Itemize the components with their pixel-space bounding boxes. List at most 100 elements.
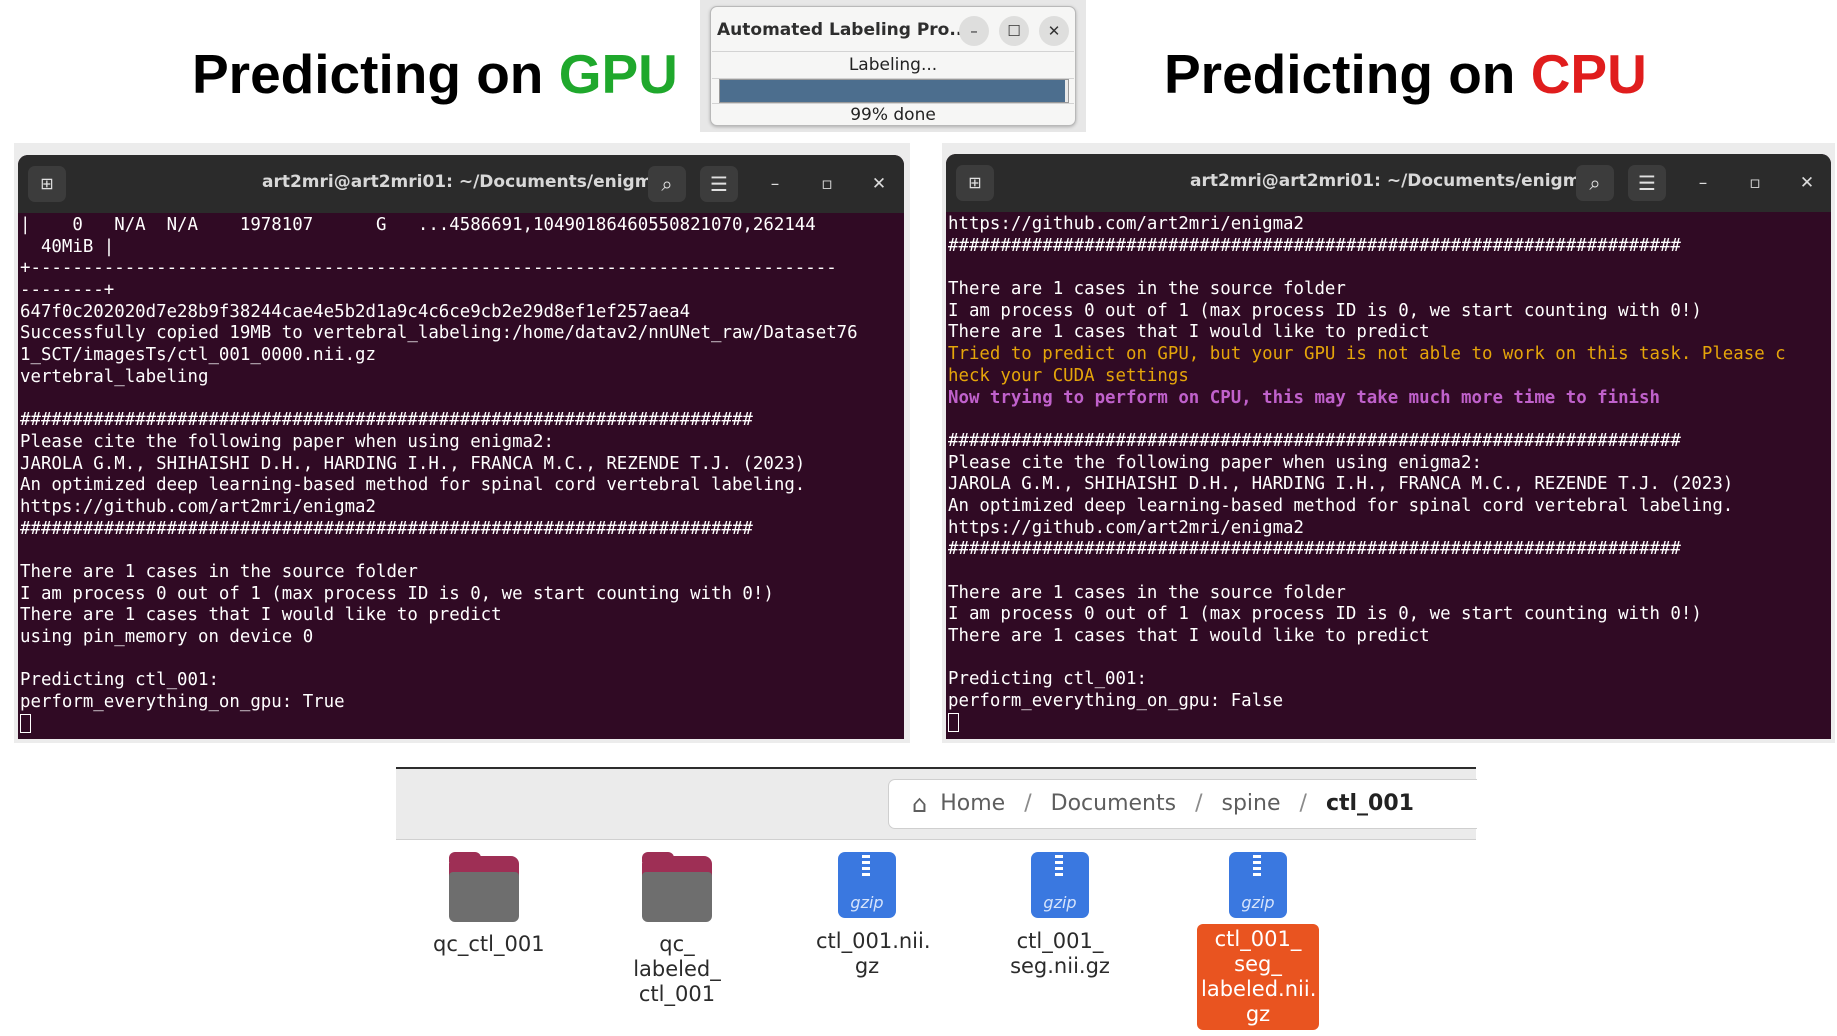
terminal-line: https://github.com/art2mri/enigma2 xyxy=(948,214,1304,234)
heading-gpu-highlight: GPU xyxy=(558,43,678,105)
maximize-button[interactable]: ▫ xyxy=(1742,170,1768,196)
terminal-line: vertebral_labeling xyxy=(20,366,209,387)
progress-dialog: Automated Labeling Pro... – ☐ ✕ Labeling… xyxy=(710,6,1076,126)
breadcrumb-documents[interactable]: Documents xyxy=(1051,791,1176,816)
terminal-line: 40MiB | xyxy=(20,236,115,257)
terminal-line: There are 1 cases that I would like to p… xyxy=(948,322,1430,343)
terminal-line: Predicting ctl_001: xyxy=(948,669,1147,690)
file-item-ctl-001-nii-gz[interactable]: gzip ctl_001.nii. gz xyxy=(812,852,931,982)
terminal-line: +---------------------------------------… xyxy=(20,258,837,279)
terminal-line: There are 1 cases that I would like to p… xyxy=(948,626,1430,647)
breadcrumb-spine[interactable]: spine xyxy=(1221,791,1280,816)
terminal-line: | 0 N/A N/A 1978107 G ...4586691,1049018… xyxy=(20,215,816,235)
home-icon[interactable]: ⌂ xyxy=(912,790,927,818)
terminal-cpu-window[interactable]: ⊞ art2mri@art2mri01: ~/Documents/enigma2… xyxy=(946,154,1831,739)
minimize-icon: – xyxy=(770,174,780,194)
maximize-icon: ▫ xyxy=(821,174,833,194)
terminal-line: JAROLA G.M., SHIHAISHI D.H., HARDING I.H… xyxy=(948,474,1734,495)
heading-cpu-highlight: CPU xyxy=(1530,43,1647,105)
dialog-title: Automated Labeling Pro... xyxy=(717,20,969,40)
new-tab-icon: ⊞ xyxy=(40,174,54,193)
terminal-line: An optimized deep learning-based method … xyxy=(948,495,1734,516)
folder-icon xyxy=(642,852,712,922)
terminal-line: JAROLA G.M., SHIHAISHI D.H., HARDING I.H… xyxy=(20,453,806,474)
cursor-icon xyxy=(948,712,959,732)
minimize-button[interactable]: – xyxy=(1690,170,1716,196)
maximize-button[interactable]: ▫ xyxy=(814,171,840,197)
terminal-line: using pin_memory on device 0 xyxy=(20,627,314,648)
search-button[interactable]: ⌕ xyxy=(648,166,686,202)
breadcrumb-home[interactable]: Home xyxy=(940,791,1005,816)
terminal-line: I am process 0 out of 1 (max process ID … xyxy=(948,300,1702,321)
breadcrumb-ctl-001[interactable]: ctl_001 xyxy=(1326,791,1414,816)
terminal-line: heck your CUDA settings xyxy=(948,365,1189,386)
terminal-line: ########################################… xyxy=(20,518,753,539)
close-button[interactable]: ✕ xyxy=(1794,170,1820,196)
close-icon: ✕ xyxy=(1047,22,1061,40)
heading-gpu: Predicting on GPU xyxy=(192,43,678,105)
terminal-line: Now trying to perform on CPU, this may t… xyxy=(948,387,1660,408)
maximize-button[interactable]: ☐ xyxy=(999,16,1029,46)
terminal-gpu-output: | 0 N/A N/A 1978107 G ...4586691,1049018… xyxy=(20,215,900,739)
terminal-cpu-title: art2mri@art2mri01: ~/Documents/enigma2 xyxy=(1190,171,1604,191)
progress-dialog-backdrop: Automated Labeling Pro... – ☐ ✕ Labeling… xyxy=(700,0,1086,132)
file-item-ctl-001-seg-labeled-nii-gz[interactable]: gzip ctl_001_ seg_ labeled.nii. gz xyxy=(1193,852,1323,1030)
breadcrumb-separator: / xyxy=(1024,791,1032,816)
terminal-line: I am process 0 out of 1 (max process ID … xyxy=(948,604,1702,625)
file-item-qc-labeled-ctl-001[interactable]: qc_ labeled_ ctl_001 xyxy=(622,852,732,1010)
terminal-line: https://github.com/art2mri/enigma2 xyxy=(948,517,1304,538)
search-icon: ⌕ xyxy=(661,172,673,196)
terminal-line: Tried to predict on GPU, but your GPU is… xyxy=(948,344,1786,365)
terminal-gpu-frame: ⊞ art2mri@art2mri01: ~/Documents/enigma2… xyxy=(14,143,910,743)
terminal-line: There are 1 cases that I would like to p… xyxy=(20,605,502,626)
terminal-cpu-frame: ⊞ art2mri@art2mri01: ~/Documents/enigma2… xyxy=(942,143,1835,743)
menu-button[interactable]: ☰ xyxy=(1628,165,1666,201)
menu-button[interactable]: ☰ xyxy=(700,166,738,202)
terminal-line: perform_everything_on_gpu: True xyxy=(20,692,345,713)
terminal-line: There are 1 cases in the source folder xyxy=(20,562,418,582)
new-tab-icon: ⊞ xyxy=(968,173,982,192)
breadcrumb-separator: / xyxy=(1195,791,1203,816)
terminal-line: ########################################… xyxy=(948,430,1681,451)
file-name: ctl_001.nii. gz xyxy=(816,929,931,978)
terminal-cpu-output: https://github.com/art2mri/enigma2 ######… xyxy=(948,214,1827,739)
progress-text: 99% done xyxy=(712,103,1074,126)
folder-icon xyxy=(449,852,519,922)
terminal-gpu-header: ⊞ art2mri@art2mri01: ~/Documents/enigma2… xyxy=(18,155,904,213)
terminal-gpu-title: art2mri@art2mri01: ~/Documents/enigma2 xyxy=(262,172,676,192)
terminal-line: Successfully copied 19MB to vertebral_la… xyxy=(20,323,858,344)
terminal-gpu-window[interactable]: ⊞ art2mri@art2mri01: ~/Documents/enigma2… xyxy=(18,155,904,739)
close-button[interactable]: ✕ xyxy=(1039,16,1069,46)
file-item-qc-ctl-001[interactable]: qc_ctl_001 xyxy=(429,852,545,960)
minimize-icon: – xyxy=(1698,173,1708,193)
close-icon: ✕ xyxy=(871,174,887,194)
terminal-line: Predicting ctl_001: xyxy=(20,670,219,691)
terminal-line: 647f0c202020d7e28b9f38244cae4e5b2d1a9c4c… xyxy=(20,301,691,322)
hamburger-menu-icon: ☰ xyxy=(710,172,728,196)
breadcrumb-separator: / xyxy=(1299,791,1307,816)
file-item-ctl-001-seg-nii-gz[interactable]: gzip ctl_001_ seg.nii.gz xyxy=(1005,852,1115,982)
gzip-archive-icon: gzip xyxy=(838,852,896,918)
minimize-button[interactable]: – xyxy=(762,171,788,197)
terminal-line: https://github.com/art2mri/enigma2 xyxy=(20,496,376,517)
new-tab-button[interactable]: ⊞ xyxy=(28,166,66,202)
close-icon: ✕ xyxy=(1799,173,1815,193)
terminal-line: Please cite the following paper when usi… xyxy=(948,452,1482,473)
gzip-archive-icon: gzip xyxy=(1031,852,1089,918)
terminal-line: ########################################… xyxy=(948,235,1681,256)
progress-bar xyxy=(719,79,1069,103)
file-manager: ⌂ Home / Documents / spine / ctl_001 qc_… xyxy=(396,767,1477,1036)
minimize-button[interactable]: – xyxy=(959,16,989,46)
search-button[interactable]: ⌕ xyxy=(1576,165,1614,201)
close-button[interactable]: ✕ xyxy=(866,171,892,197)
hamburger-menu-icon: ☰ xyxy=(1638,171,1656,195)
terminal-line: ########################################… xyxy=(20,410,753,431)
cursor-icon xyxy=(20,713,31,733)
new-tab-button[interactable]: ⊞ xyxy=(956,165,994,201)
